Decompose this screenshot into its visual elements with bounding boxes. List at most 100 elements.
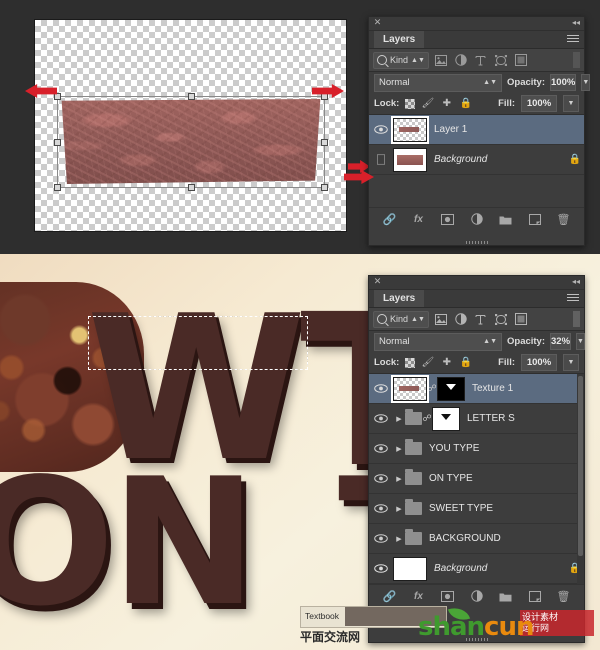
eye-icon[interactable] xyxy=(369,504,393,513)
type-filter-icon[interactable] xyxy=(473,311,489,327)
panel-titlebar-bottom[interactable]: ✕ ◂◂ xyxy=(369,276,584,290)
panel-menu-icon[interactable] xyxy=(567,294,579,303)
lock-transparency-icon[interactable] xyxy=(405,357,416,368)
mask-link-icon[interactable]: ☍ xyxy=(422,413,432,424)
layers-panel-bottom[interactable]: ✕ ◂◂ Layers Kind ▲▼ Normal ▲▼ Opacity: 3… xyxy=(368,275,585,643)
mask-link-icon[interactable]: ☍ xyxy=(427,383,437,394)
transform-handle[interactable] xyxy=(321,184,328,191)
adjustment-filter-icon[interactable] xyxy=(453,311,469,327)
layer-thumbnail[interactable] xyxy=(393,556,427,581)
layers-panel-top[interactable]: ✕ ◂◂ Layers Kind ▲▼ Normal ▲▼ Opacity: 1… xyxy=(368,16,591,246)
eye-icon[interactable] xyxy=(369,444,393,453)
filter-kind-select[interactable]: Kind ▲▼ xyxy=(373,310,429,328)
layer-row-background[interactable]: Background 🔒 xyxy=(369,554,584,584)
adjustment-layer-icon[interactable] xyxy=(468,588,486,604)
layer-mask-icon[interactable] xyxy=(439,588,457,604)
pixel-filter-icon[interactable] xyxy=(433,311,449,327)
lock-position-move-icon[interactable]: ✚ xyxy=(440,97,453,110)
expand-group-icon[interactable]: ▶ xyxy=(393,415,405,423)
panel-titlebar-top[interactable]: ✕ ◂◂ xyxy=(369,17,584,31)
eye-icon[interactable] xyxy=(369,564,393,573)
transform-handle[interactable] xyxy=(188,184,195,191)
transform-handle[interactable] xyxy=(54,139,61,146)
panel-menu-icon[interactable] xyxy=(567,35,579,44)
layer-name[interactable]: BACKGROUND xyxy=(422,533,584,544)
pixel-filter-icon[interactable] xyxy=(433,52,449,68)
lock-all-icon[interactable]: 🔒 xyxy=(459,97,472,110)
layer-mask-icon[interactable] xyxy=(439,211,457,227)
tab-layers[interactable]: Layers xyxy=(374,290,425,307)
filter-kind-select[interactable]: Kind ▲▼ xyxy=(373,51,429,69)
expand-group-icon[interactable]: ▶ xyxy=(393,475,405,483)
scrollbar-thumb[interactable] xyxy=(578,376,583,556)
smart-object-filter-icon[interactable] xyxy=(513,52,529,68)
layer-name[interactable]: Background xyxy=(427,154,566,165)
free-transform-box[interactable] xyxy=(54,93,328,191)
filter-toggle-switch[interactable] xyxy=(573,311,580,327)
adjustment-layer-icon[interactable] xyxy=(468,211,486,227)
lock-all-icon[interactable]: 🔒 xyxy=(459,356,472,369)
fill-input[interactable]: 100% xyxy=(521,95,557,112)
layer-mask-thumbnail[interactable] xyxy=(437,376,465,401)
eye-icon[interactable] xyxy=(369,534,393,543)
opacity-stepper[interactable]: ▼ xyxy=(581,74,591,91)
layer-row-letter-s[interactable]: ▶ ☍ LETTER S xyxy=(369,404,584,434)
lock-image-brush-icon[interactable]: 🖌 xyxy=(421,356,434,369)
fill-stepper[interactable]: ▼ xyxy=(563,354,579,371)
layer-row-sweet-type[interactable]: ▶ SWEET TYPE xyxy=(369,494,584,524)
layer-mask-thumbnail[interactable] xyxy=(432,406,460,431)
link-layers-icon[interactable]: 🔗 xyxy=(381,211,399,227)
panel-resize-grip[interactable] xyxy=(465,241,488,244)
adjustment-filter-icon[interactable] xyxy=(453,52,469,68)
layer-style-icon[interactable]: fx xyxy=(410,588,428,604)
link-layers-icon[interactable]: 🔗 xyxy=(381,588,399,604)
tab-layers[interactable]: Layers xyxy=(374,31,425,48)
smart-object-filter-icon[interactable] xyxy=(513,311,529,327)
blend-mode-select[interactable]: Normal ▲▼ xyxy=(374,332,502,351)
eye-icon[interactable] xyxy=(369,474,393,483)
layer-name[interactable]: Background xyxy=(427,563,566,574)
layer-row-layer-1[interactable]: Layer 1 xyxy=(369,115,584,145)
expand-group-icon[interactable]: ▶ xyxy=(393,445,405,453)
layer-name[interactable]: Texture 1 xyxy=(465,383,584,394)
selection-marquee[interactable] xyxy=(88,316,308,370)
layer-row-background-group[interactable]: ▶ BACKGROUND xyxy=(369,524,584,554)
layer-thumbnail[interactable] xyxy=(391,115,429,144)
document-canvas-top[interactable] xyxy=(35,20,346,231)
fill-input[interactable]: 100% xyxy=(521,354,557,371)
layer-row-texture-1[interactable]: ☍ Texture 1 xyxy=(369,374,584,404)
layer-thumbnail[interactable] xyxy=(393,147,427,172)
new-layer-icon[interactable] xyxy=(526,211,544,227)
lock-position-move-icon[interactable]: ✚ xyxy=(440,356,453,369)
eye-icon[interactable] xyxy=(369,414,393,423)
lock-transparency-icon[interactable] xyxy=(405,98,416,109)
delete-layer-icon[interactable]: 🗑 xyxy=(555,211,573,227)
layer-row-on-type[interactable]: ▶ ON TYPE xyxy=(369,464,584,494)
expand-group-icon[interactable]: ▶ xyxy=(393,535,405,543)
filter-toggle-switch[interactable] xyxy=(573,52,580,68)
eye-icon-off[interactable] xyxy=(369,154,393,165)
shape-filter-icon[interactable] xyxy=(493,52,509,68)
layer-style-icon[interactable]: fx xyxy=(410,211,428,227)
opacity-input[interactable]: 32% xyxy=(550,333,572,350)
delete-layer-icon[interactable]: 🗑 xyxy=(555,588,573,604)
layer-thumbnail[interactable] xyxy=(391,374,429,403)
layer-name[interactable]: YOU TYPE xyxy=(422,443,584,454)
expand-group-icon[interactable]: ▶ xyxy=(393,505,405,513)
new-group-icon[interactable] xyxy=(497,211,515,227)
artwork-row2-left[interactable]: ON xyxy=(0,456,257,630)
layer-name[interactable]: ON TYPE xyxy=(422,473,584,484)
layer-name[interactable]: SWEET TYPE xyxy=(422,503,584,514)
new-group-icon[interactable] xyxy=(497,588,515,604)
collapse-panel-icon[interactable]: ◂◂ xyxy=(572,278,580,286)
collapse-panel-icon[interactable]: ◂◂ xyxy=(572,19,580,27)
close-icon[interactable]: ✕ xyxy=(373,18,382,27)
layer-row-background[interactable]: Background 🔒 xyxy=(369,145,584,175)
opacity-stepper[interactable]: ▼ xyxy=(576,333,585,350)
opacity-input[interactable]: 100% xyxy=(550,74,577,91)
layer-name[interactable]: Layer 1 xyxy=(427,124,584,135)
new-layer-icon[interactable] xyxy=(526,588,544,604)
type-filter-icon[interactable] xyxy=(473,52,489,68)
transform-handle[interactable] xyxy=(54,184,61,191)
fill-stepper[interactable]: ▼ xyxy=(563,95,579,112)
